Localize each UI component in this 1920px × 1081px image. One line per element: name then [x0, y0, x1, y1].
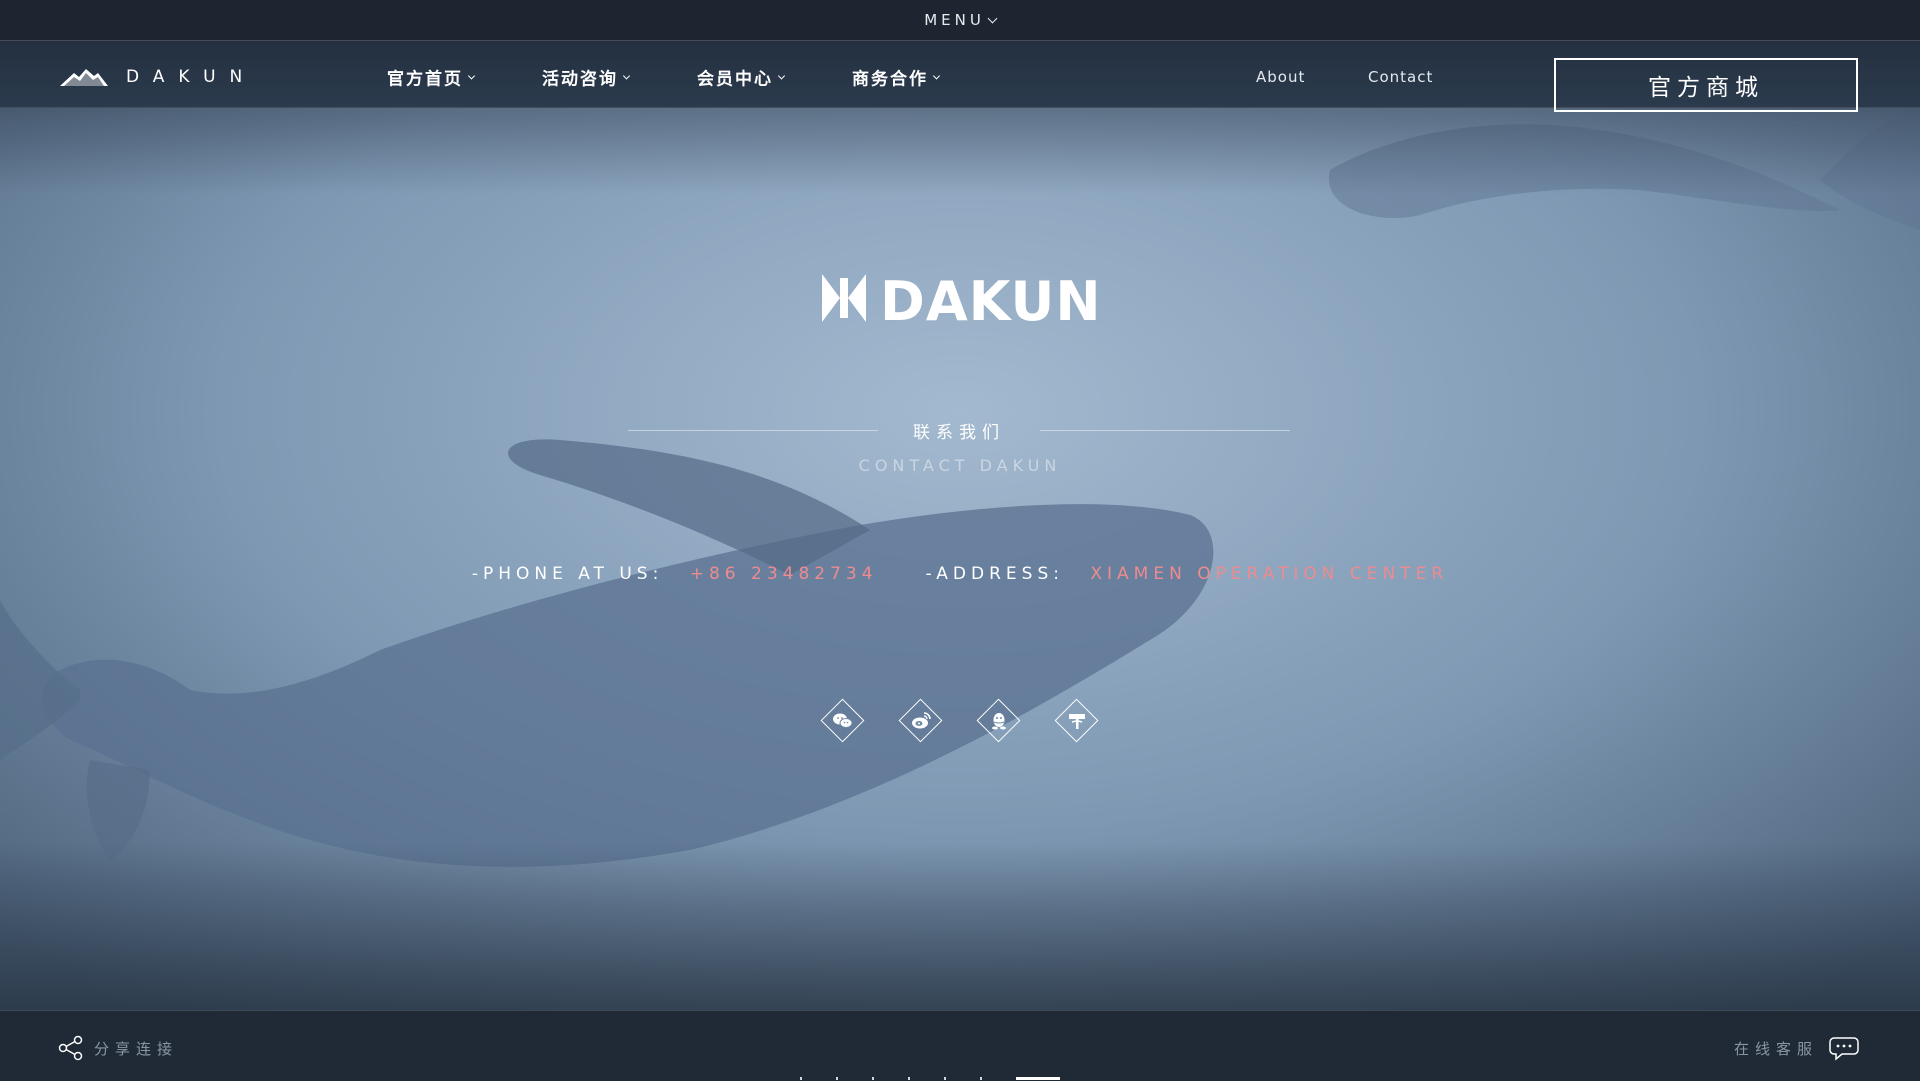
dakun-wordmark: DAKUN [822, 270, 1100, 328]
phone-label: -PHONE AT US: [471, 564, 664, 584]
chevron-down-icon [932, 71, 941, 80]
contact-heading: 联系我们 [628, 418, 1290, 443]
chevron-down-icon [622, 71, 631, 80]
address-label: -ADDRESS: [925, 564, 1064, 584]
social-links [0, 698, 1920, 744]
nav-item-label: 会员中心 [697, 69, 773, 90]
wechat-button[interactable] [820, 698, 866, 744]
share-label: 分享连接 [94, 1039, 179, 1058]
nav-item-label: 活动咨询 [542, 69, 618, 90]
contact-info: -PHONE AT US: +86 23482734 -ADDRESS: XIA… [0, 564, 1920, 584]
nav-item-events[interactable]: 活动咨询 [542, 65, 631, 90]
weibo-button[interactable] [898, 698, 944, 744]
chevron-down-icon [467, 71, 476, 80]
chevron-down-icon [777, 71, 786, 80]
phone-value[interactable]: +86 23482734 [690, 564, 878, 584]
nav-item-label: 官方首页 [387, 69, 463, 90]
menu-label: MENU [924, 11, 985, 29]
official-store-button[interactable]: 官方商城 [1554, 58, 1858, 112]
whale-background [0, 0, 1920, 1080]
chevron-down-icon [987, 13, 998, 23]
tieba-button[interactable] [1054, 698, 1100, 744]
qq-button[interactable] [976, 698, 1022, 744]
contact-title: 联系我们 [913, 423, 1005, 443]
nav-item-members[interactable]: 会员中心 [697, 65, 786, 90]
online-service-button[interactable]: 在线客服 [1734, 1034, 1862, 1062]
about-link[interactable]: About [1256, 68, 1305, 86]
share-icon [58, 1035, 83, 1061]
top-menu-bar: MENU [0, 0, 1920, 41]
brand-logo: DAKUN [0, 268, 1920, 328]
nav-item-label: 商务合作 [852, 69, 928, 90]
phone-info: -PHONE AT US: +86 23482734 [472, 564, 878, 584]
mountain-logo-icon [60, 69, 108, 86]
contact-subtitle: CONTACT DAKUN [858, 456, 1062, 475]
address-info: -ADDRESS: XIAMEN OPERATION CENTER [926, 564, 1449, 584]
service-label: 在线客服 [1733, 1039, 1818, 1058]
address-value[interactable]: XIAMEN OPERATION CENTER [1090, 564, 1448, 584]
logo-text: DAKUN [126, 67, 257, 87]
nav-item-business[interactable]: 商务合作 [852, 65, 941, 90]
contact-link[interactable]: Contact [1368, 68, 1433, 86]
menu-toggle-button[interactable]: MENU [924, 11, 998, 29]
footer-bar: 分享连接 在线客服 [0, 1010, 1920, 1081]
qq-icon [992, 713, 1006, 730]
tieba-icon [1069, 714, 1085, 729]
wechat-icon [833, 713, 853, 728]
share-button[interactable]: 分享连接 [58, 1035, 178, 1061]
site-logo[interactable]: DAKUN [60, 67, 256, 87]
weibo-icon [912, 712, 931, 729]
brand-wordmark-text: DAKUN [880, 270, 1100, 328]
chat-bubble-icon [1829, 1037, 1859, 1061]
nav-item-home[interactable]: 官方首页 [387, 65, 476, 90]
